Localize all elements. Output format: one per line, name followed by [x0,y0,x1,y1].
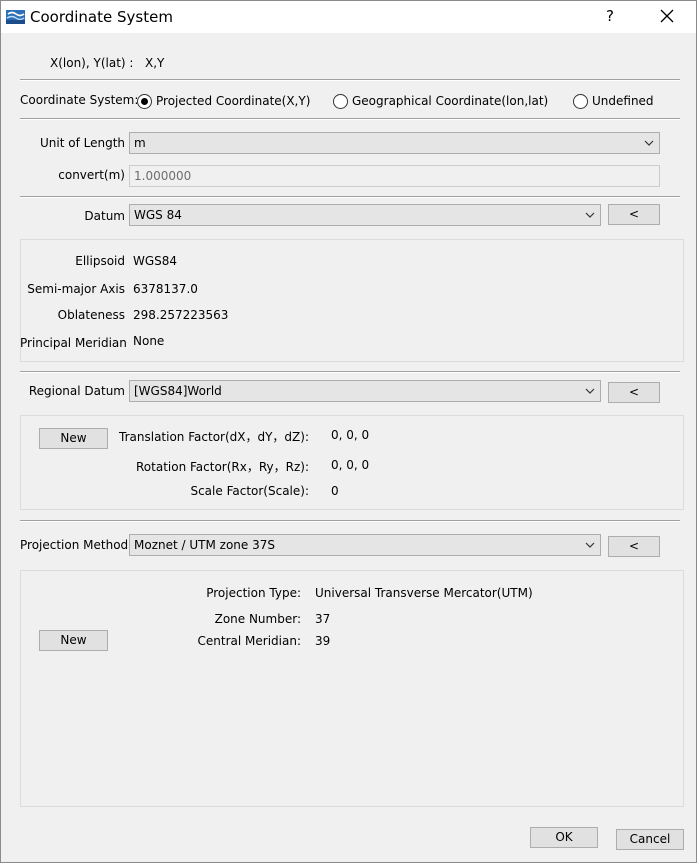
semi-major-axis-label: Semi-major Axis [27,282,125,296]
close-icon[interactable] [656,5,678,27]
radio-undefined[interactable] [573,94,588,109]
regional-datum-back-button[interactable]: < [608,382,660,403]
zone-number-value: 37 [315,612,331,626]
datum-select[interactable]: WGS 84 [129,204,601,226]
regional-datum-select[interactable]: [WGS84]World [129,380,601,402]
radio-geographical[interactable] [333,94,348,109]
coordinate-system-label: Coordinate System: [20,93,139,107]
datum-back-button[interactable]: < [608,204,660,225]
projection-type-value: Universal Transverse Mercator(UTM) [315,586,533,600]
rotation-factor-value: 0, 0, 0 [331,458,370,472]
translation-factor-value: 0, 0, 0 [331,428,370,442]
regional-datum-new-button[interactable]: New [39,428,108,449]
rotation-factor-label: Rotation Factor(Rx，Ry，Rz): [136,460,309,474]
ellipsoid-value: WGS84 [133,254,178,268]
chevron-down-icon [585,388,595,394]
chevron-down-icon [585,212,595,218]
coord-label-value: X,Y [145,56,165,70]
coordinate-system-dialog: Coordinate System ? X(lon), Y(lat) : X,Y… [0,0,697,863]
datum-value: WGS 84 [134,208,182,222]
unit-of-length-select[interactable]: m [129,132,660,154]
separator [20,371,680,373]
oblateness-value: 298.257223563 [133,308,229,322]
cancel-button[interactable]: Cancel [616,829,684,850]
separator [20,520,680,522]
projection-method-value: Moznet / UTM zone 37S [134,538,275,552]
convert-label: convert(m) [58,168,125,182]
ok-button[interactable]: OK [530,827,598,848]
app-icon [6,10,25,24]
unit-of-length-value: m [134,136,146,150]
convert-field[interactable]: 1.000000 [129,165,660,187]
projection-method-select[interactable]: Moznet / UTM zone 37S [129,534,601,556]
help-button[interactable]: ? [601,7,619,25]
central-meridian-label: Central Meridian: [197,634,301,648]
separator [20,118,680,120]
radio-undefined-label[interactable]: Undefined [592,94,654,108]
radio-geographical-label[interactable]: Geographical Coordinate(lon,lat) [352,94,548,108]
unit-of-length-label: Unit of Length [39,136,125,150]
chevron-down-icon [644,140,654,146]
datum-label: Datum [84,209,125,223]
window-title: Coordinate System [30,8,173,26]
scale-factor-label: Scale Factor(Scale): [190,484,309,498]
ellipsoid-label: Ellipsoid [75,254,125,268]
projection-panel [20,570,684,807]
regional-datum-label: Regional Datum [28,384,125,398]
translation-factor-label: Translation Factor(dX，dY，dZ): [119,430,309,444]
semi-major-axis-value: 6378137.0 [133,282,198,296]
title-bar: Coordinate System ? [1,1,696,33]
projection-new-button[interactable]: New [39,630,108,651]
projection-method-label: Projection Method [20,538,129,552]
convert-value: 1.000000 [134,169,192,183]
separator [20,79,680,81]
projection-type-label: Projection Type: [206,586,301,600]
projection-back-button[interactable]: < [608,536,660,557]
radio-projected[interactable] [137,94,152,109]
chevron-down-icon [585,542,595,548]
principal-meridian-value: None [133,334,165,348]
coord-label-key: X(lon), Y(lat) : [50,56,134,70]
regional-datum-value: [WGS84]World [134,384,222,398]
oblateness-label: Oblateness [57,308,125,322]
separator [20,196,680,198]
scale-factor-value: 0 [331,484,339,498]
central-meridian-value: 39 [315,634,331,648]
zone-number-label: Zone Number: [214,612,301,626]
principal-meridian-label: Principal Meridian [20,336,127,350]
radio-projected-label[interactable]: Projected Coordinate(X,Y) [156,94,310,108]
